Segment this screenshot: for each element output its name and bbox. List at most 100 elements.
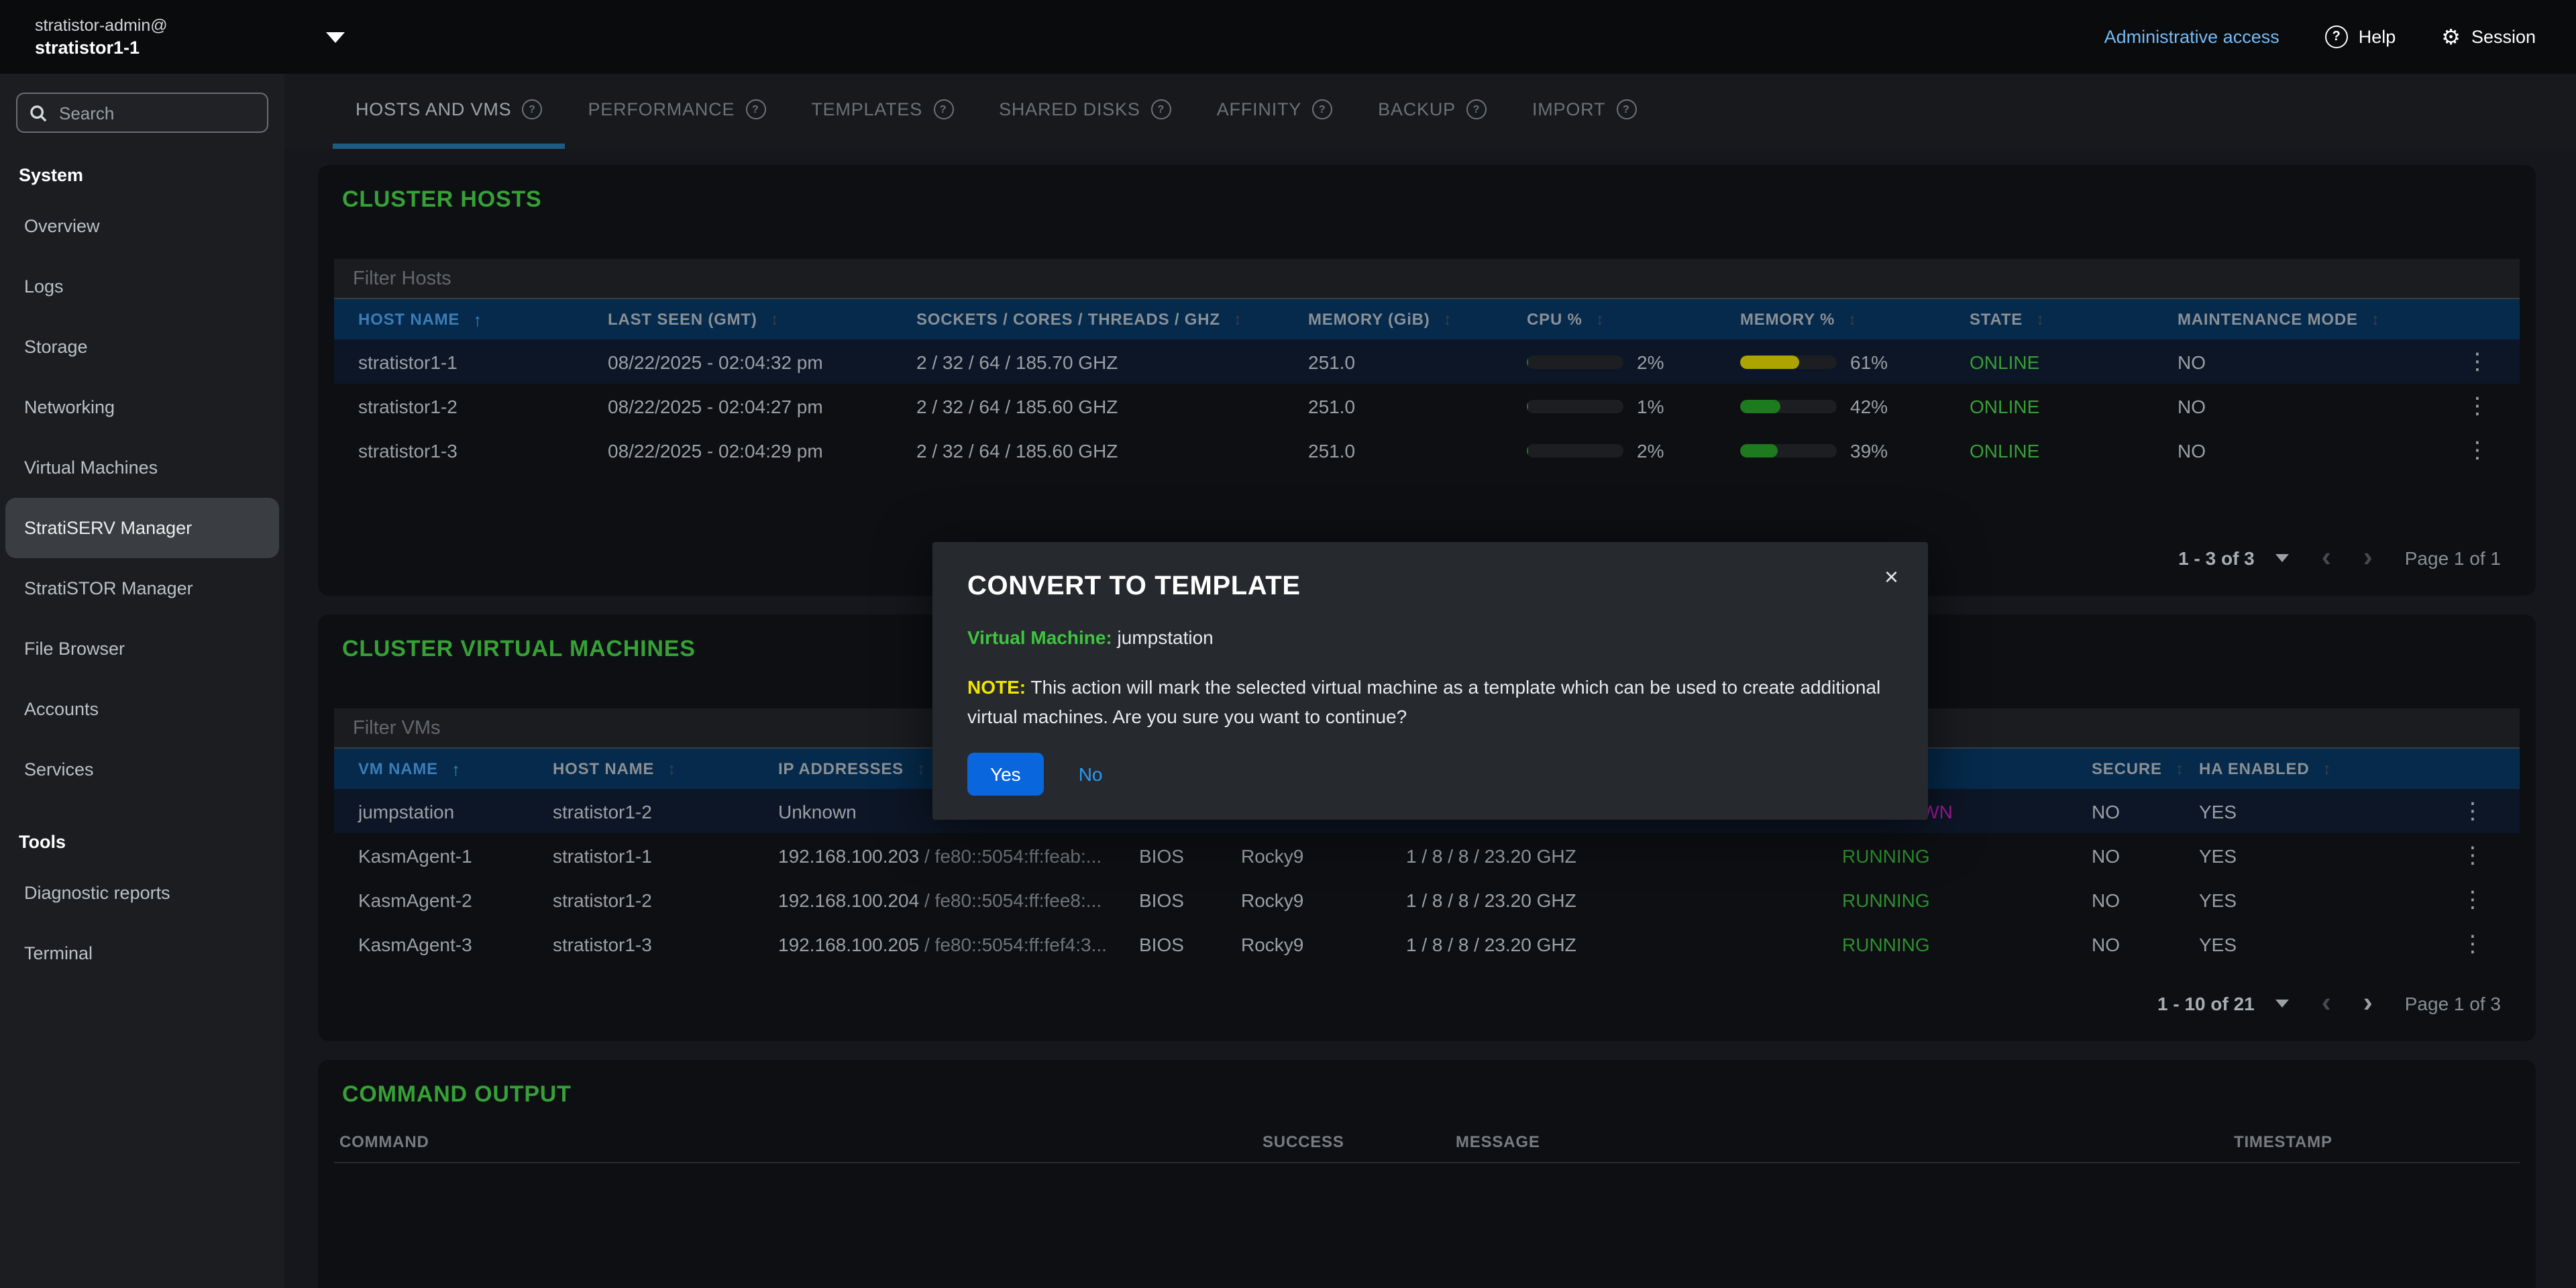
- column-header[interactable]: HOST NAME↕: [529, 759, 754, 778]
- chevron-right-icon[interactable]: ›: [2363, 990, 2373, 1017]
- chevron-left-icon[interactable]: ‹: [2322, 545, 2331, 572]
- hosts-table-body: stratistor1-108/22/2025 - 02:04:32 pm2 /…: [334, 339, 2520, 472]
- tab-templates[interactable]: TEMPLATES?: [788, 74, 976, 149]
- column-header[interactable]: HA ENABLED↕: [2175, 759, 2426, 778]
- tab-affinity[interactable]: AFFINITY?: [1194, 74, 1355, 149]
- convert-to-template-modal: CONVERT TO TEMPLATE × Virtual Machine: j…: [932, 542, 1928, 820]
- usage-bar-fill: [1527, 355, 1529, 368]
- memory-cell: 251.0: [1284, 351, 1503, 372]
- topbar-right: Administrative access ? Help ⚙ Session: [2104, 23, 2576, 50]
- column-header[interactable]: SECURE↕: [2068, 759, 2175, 778]
- session-button[interactable]: ⚙ Session: [2441, 23, 2536, 50]
- question-circle-icon: ?: [1616, 99, 1636, 119]
- maintenance-cell: NO: [2153, 395, 2435, 417]
- column-header[interactable]: HOST NAME↑: [334, 309, 584, 329]
- vm-host-cell: stratistor1-2: [529, 889, 754, 910]
- modal-vm-line: Virtual Machine: jumpstation: [967, 627, 1893, 648]
- chevron-left-icon[interactable]: ‹: [2322, 990, 2331, 1017]
- host-name-cell: stratistor1-2: [334, 395, 584, 417]
- tab-shared-disks[interactable]: SHARED DISKS?: [976, 74, 1194, 149]
- user-text: stratistor-admin@ stratistor1-1: [35, 15, 168, 58]
- sidebar-item-diagnostic-reports[interactable]: Diagnostic reports: [5, 863, 279, 923]
- sidebar-item-overview[interactable]: Overview: [5, 196, 279, 256]
- tab-backup[interactable]: BACKUP?: [1355, 74, 1509, 149]
- tab-label: IMPORT: [1532, 99, 1605, 119]
- kebab-menu-icon[interactable]: ⋮: [2426, 930, 2520, 957]
- column-header-label: MAINTENANCE MODE: [2178, 310, 2358, 329]
- sidebar-item-terminal[interactable]: Terminal: [5, 923, 279, 983]
- modal-note-label: NOTE:: [967, 676, 1026, 698]
- usage-bar-fill: [1740, 399, 1780, 413]
- vm-table-row[interactable]: KasmAgent-3stratistor1-3192.168.100.205 …: [334, 922, 2520, 966]
- column-header-label: LAST SEEN (GMT): [608, 310, 757, 329]
- kebab-menu-icon[interactable]: ⋮: [2426, 842, 2520, 869]
- sidebar-item-stratiserv-manager[interactable]: StratiSERV Manager: [5, 498, 279, 558]
- usage-bar-fill: [1527, 443, 1529, 457]
- usage-bar: [1527, 443, 1623, 457]
- kebab-menu-icon[interactable]: ⋮: [2435, 392, 2520, 419]
- sidebar-item-stratistor-manager[interactable]: StratiSTOR Manager: [5, 558, 279, 619]
- vm-secure-cell: NO: [2068, 845, 2175, 866]
- no-button[interactable]: No: [1079, 763, 1103, 785]
- vm-table-row[interactable]: KasmAgent-1stratistor1-1192.168.100.203 …: [334, 833, 2520, 877]
- sidebar-item-virtual-machines[interactable]: Virtual Machines: [5, 437, 279, 498]
- host-name-cell: stratistor1-1: [334, 351, 584, 372]
- tab-hosts-and-vms[interactable]: HOSTS AND VMS?: [333, 74, 565, 149]
- host-table-row[interactable]: stratistor1-308/22/2025 - 02:04:29 pm2 /…: [334, 428, 2520, 472]
- kebab-menu-icon[interactable]: ⋮: [2435, 437, 2520, 464]
- hosts-table-header: HOST NAME↑LAST SEEN (GMT)↕SOCKETS / CORE…: [334, 299, 2520, 339]
- select-caret-icon[interactable]: [2276, 1000, 2290, 1008]
- tab-label: PERFORMANCE: [588, 99, 735, 119]
- filter-hosts-input[interactable]: [334, 259, 2520, 299]
- usage-percent: 2%: [1637, 439, 1664, 461]
- question-circle-icon: ?: [1151, 99, 1171, 119]
- sort-asc-icon: ↑: [473, 309, 482, 329]
- search-input[interactable]: [56, 101, 255, 124]
- pagination-page: Page 1 of 3: [2405, 993, 2501, 1014]
- column-header-label: MEMORY (GiB): [1308, 310, 1430, 329]
- vm-state-cell: RUNNING: [1818, 845, 2068, 866]
- column-header[interactable]: LAST SEEN (GMT)↕: [584, 310, 892, 329]
- kebab-menu-icon[interactable]: ⋮: [2426, 798, 2520, 824]
- user-menu[interactable]: stratistor-admin@ stratistor1-1: [0, 15, 345, 58]
- sidebar-item-services[interactable]: Services: [5, 739, 279, 800]
- usage-percent: 39%: [1850, 439, 1888, 461]
- vm-state-cell: RUNNING: [1818, 933, 2068, 955]
- sort-icon: ↕: [2322, 759, 2331, 778]
- command-column-header: SUCCESS: [1257, 1132, 1450, 1151]
- vm-table-row[interactable]: KasmAgent-2stratistor1-2192.168.100.204 …: [334, 877, 2520, 922]
- chevron-right-icon[interactable]: ›: [2363, 545, 2373, 572]
- caret-down-icon[interactable]: [326, 32, 345, 42]
- close-icon[interactable]: ×: [1884, 564, 1898, 592]
- administrative-access-link[interactable]: Administrative access: [2104, 27, 2279, 47]
- sort-icon: ↕: [1444, 310, 1452, 329]
- yes-button[interactable]: Yes: [967, 753, 1044, 796]
- tab-import[interactable]: IMPORT?: [1509, 74, 1659, 149]
- select-caret-icon[interactable]: [2276, 554, 2290, 562]
- column-header[interactable]: MAINTENANCE MODE↕: [2153, 310, 2435, 329]
- sidebar-item-accounts[interactable]: Accounts: [5, 679, 279, 739]
- kebab-menu-icon[interactable]: ⋮: [2426, 886, 2520, 913]
- column-header[interactable]: VM NAME↑: [334, 759, 529, 779]
- host-table-row[interactable]: stratistor1-208/22/2025 - 02:04:27 pm2 /…: [334, 384, 2520, 428]
- kebab-menu-icon[interactable]: ⋮: [2435, 348, 2520, 375]
- sidebar: SystemOverviewLogsStorageNetworkingVirtu…: [0, 74, 284, 1288]
- host-name-cell: stratistor1-3: [334, 439, 584, 461]
- column-header[interactable]: CPU %↕: [1503, 310, 1716, 329]
- usage-bar: [1740, 399, 1837, 413]
- sidebar-item-logs[interactable]: Logs: [5, 256, 279, 317]
- column-header[interactable]: STATE↕: [1945, 310, 2153, 329]
- column-header[interactable]: MEMORY (GiB) ↕: [1284, 310, 1503, 329]
- host-table-row[interactable]: stratistor1-108/22/2025 - 02:04:32 pm2 /…: [334, 339, 2520, 384]
- column-header[interactable]: MEMORY %↕: [1716, 310, 1945, 329]
- sidebar-item-storage[interactable]: Storage: [5, 317, 279, 377]
- sidebar-item-networking[interactable]: Networking: [5, 377, 279, 437]
- sidebar-nav: SystemOverviewLogsStorageNetworkingVirtu…: [0, 133, 284, 983]
- tab-performance[interactable]: PERFORMANCE?: [565, 74, 788, 149]
- vm-boot-cell: BIOS: [1115, 933, 1217, 955]
- column-header[interactable]: SOCKETS / CORES / THREADS / GHZ↕: [892, 310, 1284, 329]
- column-header-label: SECURE: [2092, 759, 2162, 778]
- usage-cell: 2%: [1503, 351, 1716, 372]
- sidebar-item-file-browser[interactable]: File Browser: [5, 619, 279, 679]
- help-button[interactable]: ? Help: [2325, 25, 2396, 48]
